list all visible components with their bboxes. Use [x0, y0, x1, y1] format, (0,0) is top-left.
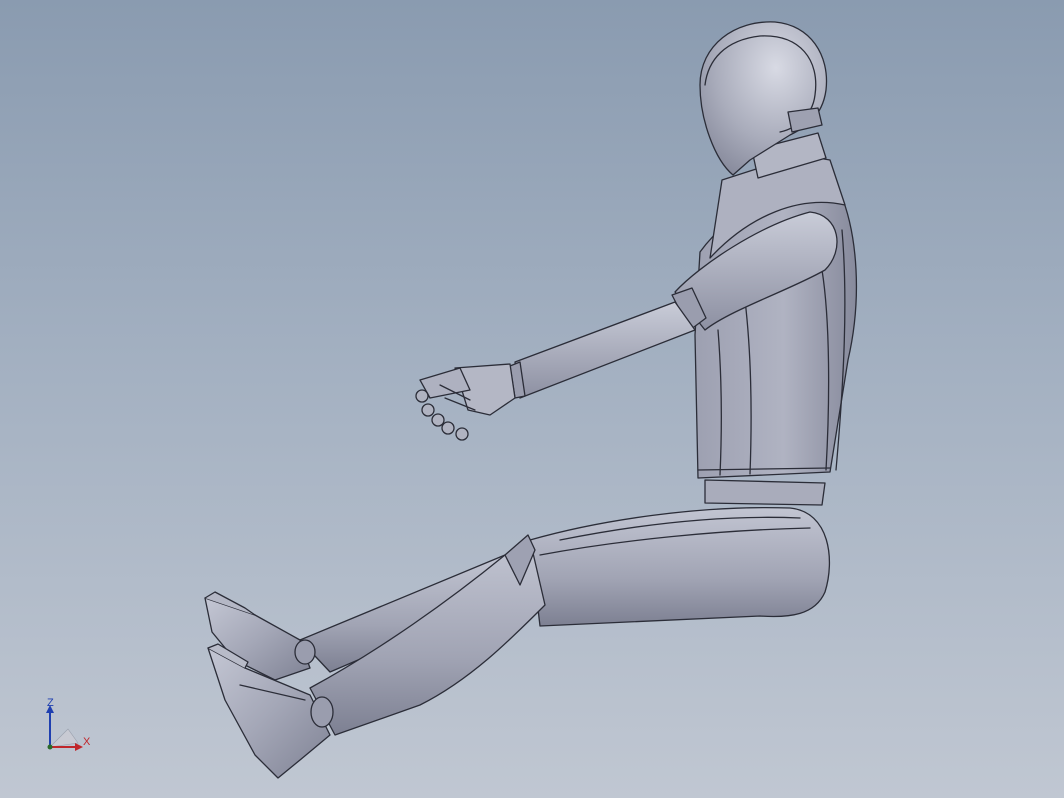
forearm: [514, 301, 696, 399]
axis-triad-icon: [46, 705, 83, 751]
seated-mannequin-model[interactable]: [0, 0, 1064, 798]
hand: [415, 363, 516, 441]
z-axis-label: Z: [47, 697, 54, 709]
pelvis: [704, 479, 826, 506]
graphics-viewport[interactable]: Z X: [0, 0, 1064, 798]
thigh: [529, 507, 831, 627]
x-axis-label: X: [83, 736, 91, 748]
view-triad: Z X: [30, 695, 100, 760]
